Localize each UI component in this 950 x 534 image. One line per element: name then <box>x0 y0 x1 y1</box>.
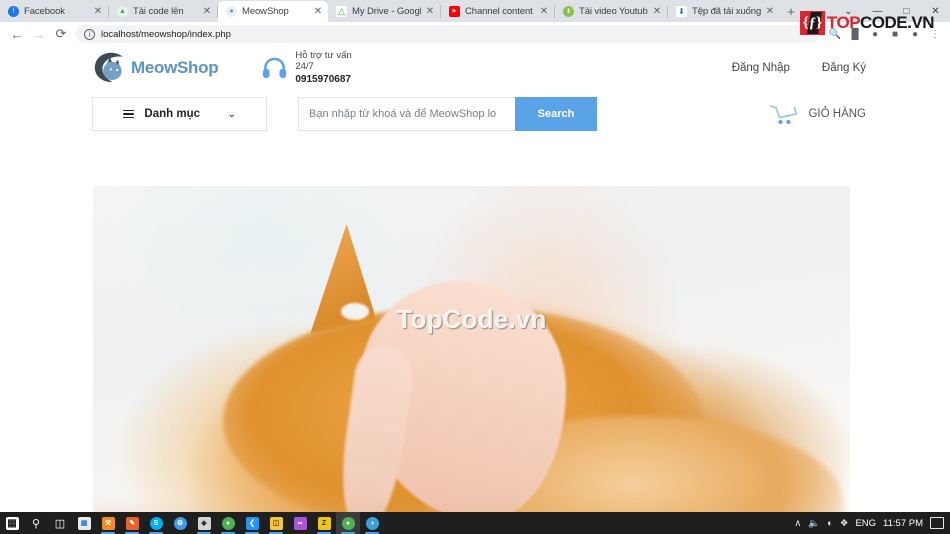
search-button[interactable]: Search <box>515 97 597 131</box>
hamburger-icon <box>123 107 135 120</box>
tab-close-icon[interactable]: ✕ <box>424 6 436 18</box>
webpage-viewport: MeowShop Hỗ trợ tư vấn 24/7 0915970687 Đ… <box>0 46 950 512</box>
settings-gear-icon[interactable]: ⚙ <box>168 512 192 534</box>
vscode-icon[interactable]: ❮ <box>240 512 264 534</box>
browser-tab[interactable]: ▶ Channel content - You ✕ <box>441 1 554 22</box>
notification-center-icon[interactable] <box>930 517 944 529</box>
windows-taskbar: ▦ ⚲ ◫ ▦ ⚒ ✎ S ⚙ ◆ ● ❮ ◫ ∞ Z ● ◑ ∧ 🔈 ◐ ❖ … <box>0 512 950 534</box>
xampp-icon[interactable]: ⚒ <box>96 512 120 534</box>
tab-title: MeowShop <box>242 6 289 17</box>
tab-title: Tải video Youtube. Tả <box>579 6 648 17</box>
category-label: Danh mục <box>144 108 201 120</box>
language-indicator[interactable]: ENG <box>855 518 876 529</box>
browser-tab[interactable]: ⬇ Tệp đã tải xuống ✕ <box>668 1 780 22</box>
volume-icon[interactable]: 🔈 <box>808 518 820 529</box>
back-button[interactable]: ← <box>6 23 28 45</box>
reload-button[interactable]: ⟳ <box>50 23 72 45</box>
tab-close-icon[interactable]: ✕ <box>312 6 324 18</box>
chrome-icon[interactable]: ● <box>216 512 240 534</box>
brand-name: MeowShop <box>131 58 219 77</box>
tab-close-icon[interactable]: ✕ <box>764 6 776 18</box>
zalo-icon[interactable]: Z <box>312 512 336 534</box>
header-auth-links: Đăng Nhập Đăng Ký <box>732 62 866 74</box>
topcode-watermark-badge: {ƒ} TOPCODE.VN <box>799 11 935 35</box>
chevron-down-icon: ⌄ <box>228 108 236 119</box>
meowshop-icon: ● <box>226 6 237 17</box>
browser-tab-active[interactable]: ● MeowShop ✕ <box>218 1 328 22</box>
cat-logo-icon <box>94 52 123 83</box>
paint-icon[interactable]: ✎ <box>120 512 144 534</box>
login-link[interactable]: Đăng Nhập <box>732 62 790 74</box>
hero-bottom-gradient <box>93 498 850 512</box>
download-green-icon: ⬇ <box>563 6 574 17</box>
support-line-2: 24/7 <box>295 60 314 72</box>
tab-close-icon[interactable]: ✕ <box>92 6 104 18</box>
hero-watermark-center: TopCode.vn <box>396 304 547 334</box>
topcode-word-code: CODE.VN <box>860 13 934 32</box>
store-icon[interactable]: ▦ <box>72 512 96 534</box>
site-header: MeowShop Hỗ trợ tư vấn 24/7 0915970687 Đ… <box>0 46 950 90</box>
tab-title: Tệp đã tải xuống <box>692 6 761 17</box>
tab-close-icon[interactable]: ✕ <box>201 6 213 18</box>
search-box: Search <box>298 97 597 131</box>
brand[interactable]: MeowShop <box>92 51 219 85</box>
address-bar-url: localhost/meowshop/index.php <box>101 28 231 40</box>
browser-tab[interactable]: △ My Drive - Google Dr ✕ <box>328 1 440 22</box>
tab-close-icon[interactable]: ✕ <box>538 6 550 18</box>
generic-app-icon[interactable]: ◆ <box>192 512 216 534</box>
tab-close-icon[interactable]: ✕ <box>651 6 663 18</box>
support-text: Hỗ trợ tư vấn 24/7 0915970687 <box>295 50 351 85</box>
bluetooth-icon[interactable]: ❖ <box>840 518 849 529</box>
clock[interactable]: 11:57 PM <box>883 518 923 529</box>
forward-button[interactable]: → <box>28 23 50 45</box>
shopping-cart-icon <box>770 105 798 125</box>
file-explorer-icon[interactable]: ◫ <box>264 512 288 534</box>
skype-icon[interactable]: S <box>144 512 168 534</box>
search-taskbar-icon[interactable]: ⚲ <box>24 512 48 534</box>
support-phone: 0915970687 <box>295 73 351 85</box>
topcode-word-top: TOP <box>826 13 861 32</box>
task-view-icon[interactable]: ◫ <box>48 512 72 534</box>
address-bar[interactable]: i localhost/meowshop/index.php <box>76 25 820 43</box>
upload-icon: ▲ <box>117 6 128 17</box>
cart-label: GIỎ HÀNG <box>808 108 866 120</box>
app-blue-icon[interactable]: ◑ <box>360 512 384 534</box>
new-tab-button[interactable]: + <box>780 1 802 22</box>
wifi-icon[interactable]: ◐ <box>827 518 833 529</box>
register-link[interactable]: Đăng Ký <box>822 62 866 74</box>
screen-root: f Facebook ✕ ▲ Tải code lên ✕ ● MeowShop… <box>0 0 950 534</box>
tray-chevron-icon[interactable]: ∧ <box>794 518 801 529</box>
hero-banner[interactable]: TopCode.vn Copyright © TopCode.vn <box>93 186 850 512</box>
topcode-wordmark: TOPCODE.VN <box>826 13 935 33</box>
support-block: Hỗ trợ tư vấn 24/7 0915970687 <box>262 50 352 85</box>
start-button[interactable]: ▦ <box>0 512 24 534</box>
category-dropdown[interactable]: Danh mục ⌄ <box>92 97 267 131</box>
system-tray: ∧ 🔈 ◐ ❖ ENG 11:57 PM <box>794 517 950 529</box>
facebook-icon: f <box>8 6 19 17</box>
browser-tab[interactable]: ▲ Tải code lên ✕ <box>109 1 217 22</box>
downloads-icon: ⬇ <box>676 6 687 17</box>
tab-title: Facebook <box>24 6 65 17</box>
site-info-icon[interactable]: i <box>84 28 95 40</box>
tab-title: My Drive - Google Dr <box>352 6 421 17</box>
headset-icon <box>263 57 287 78</box>
search-input[interactable] <box>298 97 515 131</box>
google-drive-icon: △ <box>336 6 347 17</box>
topcode-mark-glyph: {ƒ} <box>802 14 823 31</box>
vs-installer-icon[interactable]: ∞ <box>288 512 312 534</box>
search-row: Danh mục ⌄ Search GIỎ HÀNG <box>0 90 950 138</box>
browser-tab[interactable]: f Facebook ✕ <box>0 1 108 22</box>
youtube-icon: ▶ <box>449 6 460 17</box>
topcode-logo-mark: {ƒ} <box>799 11 825 35</box>
tab-title: Channel content - You <box>465 6 535 17</box>
chrome-active-icon[interactable]: ● <box>336 512 360 534</box>
cart-link[interactable]: GIỎ HÀNG <box>769 102 866 126</box>
tab-title: Tải code lên <box>133 6 184 17</box>
browser-tab[interactable]: ⬇ Tải video Youtube. Tả ✕ <box>555 1 667 22</box>
taskbar-items: ▦ ⚲ ◫ ▦ ⚒ ✎ S ⚙ ◆ ● ❮ ◫ ∞ Z ● ◑ <box>0 512 384 534</box>
